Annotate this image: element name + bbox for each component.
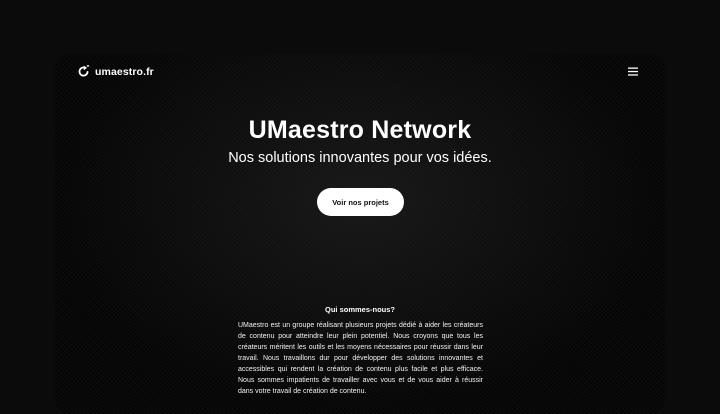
about-paragraph: UMaestro est un groupe réalisant plusieu… (238, 322, 483, 395)
hero-subtitle: Nos solutions innovantes pour vos idées. (228, 150, 492, 166)
hamburger-menu-icon[interactable] (628, 67, 638, 76)
brand-name: umaestro.fr (95, 65, 154, 78)
about-heading: Qui sommes-nous? (324, 305, 395, 314)
page-frame: umaestro.fr UMaestro Network Nos solutio… (55, 54, 665, 414)
top-nav: umaestro.fr (55, 54, 665, 90)
refresh-arrow-icon (78, 65, 90, 77)
brand-link[interactable]: umaestro.fr (77, 65, 154, 78)
view-projects-button[interactable]: Voir nos projets (317, 188, 404, 216)
hero-title: UMaestro Network (248, 116, 472, 144)
